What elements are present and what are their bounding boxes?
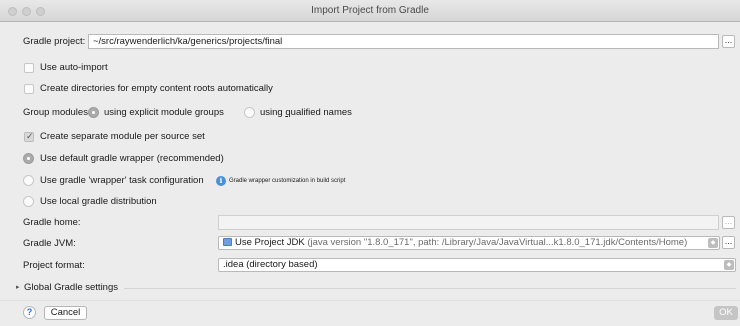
project-format-label: Project format: <box>23 260 85 271</box>
create-dirs-label: Create directories for empty content roo… <box>40 83 273 94</box>
gradle-home-label: Gradle home: <box>23 217 81 228</box>
task-wrapper-label: Use gradle 'wrapper' task configuration <box>40 175 204 186</box>
jdk-folder-icon <box>223 238 232 246</box>
section-divider <box>124 288 736 289</box>
group-explicit-label: using explicit module groups <box>104 107 224 118</box>
button-bar <box>0 300 740 326</box>
group-explicit-radio[interactable] <box>88 107 99 118</box>
gradle-jvm-browse-button[interactable]: ... <box>722 236 735 249</box>
group-modules-label: Group modules: <box>23 107 91 118</box>
chevron-updown-icon: ◆ <box>724 260 734 270</box>
chevron-right-icon[interactable]: ▸ <box>16 283 20 291</box>
default-wrapper-label: Use default gradle wrapper (recommended) <box>40 153 224 164</box>
help-button[interactable]: ? <box>23 306 36 319</box>
gradle-jvm-select[interactable]: Use Project JDK (java version "1.8.0_171… <box>218 236 720 250</box>
info-icon: i <box>216 176 226 186</box>
group-qualified-radio[interactable] <box>244 107 255 118</box>
title-bar: Import Project from Gradle <box>0 0 740 22</box>
chevron-updown-icon: ◆ <box>708 238 718 248</box>
project-format-select[interactable]: .idea (directory based) ◆ <box>218 258 736 272</box>
auto-import-label: Use auto-import <box>40 62 108 73</box>
task-wrapper-hint: Gradle wrapper customization in build sc… <box>229 178 346 184</box>
ok-button[interactable]: OK <box>714 306 738 320</box>
group-qualified-label: using qualified names <box>260 107 352 118</box>
cancel-button[interactable]: Cancel <box>44 306 87 320</box>
gradle-project-label: Gradle project: <box>23 36 86 47</box>
auto-import-checkbox[interactable] <box>24 63 34 73</box>
separate-module-checkbox[interactable] <box>24 131 34 142</box>
gradle-home-input[interactable] <box>218 215 719 230</box>
default-wrapper-radio[interactable] <box>23 153 34 164</box>
local-distribution-label: Use local gradle distribution <box>40 196 157 207</box>
create-dirs-checkbox[interactable] <box>24 84 34 94</box>
local-distribution-radio[interactable] <box>23 196 34 207</box>
global-gradle-settings-toggle[interactable]: Global Gradle settings <box>24 282 118 294</box>
gradle-home-browse-button[interactable]: ... <box>722 216 735 229</box>
separate-module-label: Create separate module per source set <box>40 131 205 142</box>
gradle-jvm-label: Gradle JVM: <box>23 238 76 249</box>
gradle-project-input[interactable]: ~/src/raywenderlich/ka/generics/projects… <box>88 34 719 49</box>
task-wrapper-radio[interactable] <box>23 175 34 186</box>
window-title: Import Project from Gradle <box>311 5 429 16</box>
gradle-project-browse-button[interactable]: ... <box>722 35 735 48</box>
